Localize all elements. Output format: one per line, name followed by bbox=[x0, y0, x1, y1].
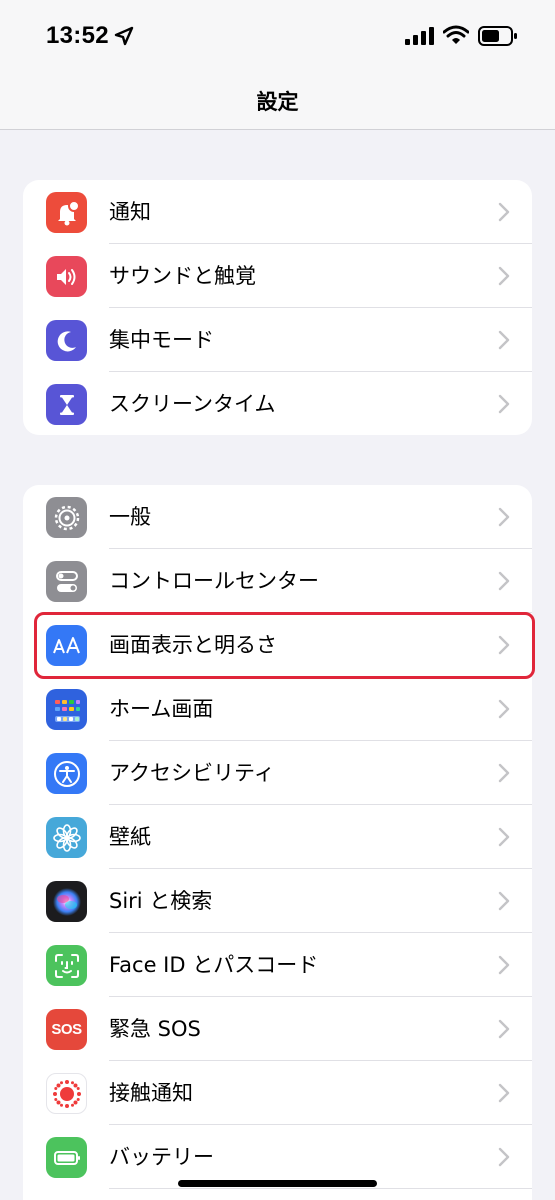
chevron-right-icon bbox=[498, 763, 510, 783]
settings-row-accessibility[interactable]: アクセシビリティ bbox=[23, 741, 532, 805]
chevron-right-icon bbox=[498, 1147, 510, 1167]
settings-row-wallpaper[interactable]: 壁紙 bbox=[23, 805, 532, 869]
battery-icon bbox=[46, 1137, 87, 1178]
sos-icon-text: SOS bbox=[51, 1021, 82, 1038]
settings-row-label: Face ID とパスコード bbox=[109, 953, 319, 977]
settings-group-2: 一般 コントロールセンター 画面表示と明るさ ホーム画面 アクセシビリティ 壁紙… bbox=[23, 485, 532, 1200]
chevron-right-icon bbox=[498, 394, 510, 414]
chevron-right-icon bbox=[498, 891, 510, 911]
settings-row-siri-search[interactable]: Siri と検索 bbox=[23, 869, 532, 933]
settings-row-label: Siri と検索 bbox=[109, 889, 213, 913]
settings-row-exposure-notifications[interactable]: 接触通知 bbox=[23, 1061, 532, 1125]
app-grid-icon bbox=[46, 689, 87, 730]
status-bar: 13:52 bbox=[0, 0, 555, 72]
cellular-signal-icon bbox=[405, 27, 434, 45]
navigation-bar: 設定 bbox=[0, 72, 555, 130]
status-time: 13:52 bbox=[46, 22, 109, 49]
settings-row-label: サウンドと触覚 bbox=[109, 264, 256, 288]
settings-row-general[interactable]: 一般 bbox=[23, 485, 532, 549]
wifi-icon bbox=[443, 25, 469, 44]
settings-row-label: バッテリー bbox=[109, 1145, 214, 1169]
settings-row-focus[interactable]: 集中モード bbox=[23, 308, 532, 372]
chevron-right-icon bbox=[498, 1083, 510, 1103]
face-id-icon bbox=[46, 945, 87, 986]
settings-row-sounds[interactable]: サウンドと触覚 bbox=[23, 244, 532, 308]
accessibility-icon bbox=[46, 753, 87, 794]
chevron-right-icon bbox=[498, 827, 510, 847]
chevron-right-icon bbox=[498, 1019, 510, 1039]
settings-row-label: 接触通知 bbox=[109, 1081, 193, 1105]
siri-icon bbox=[46, 881, 87, 922]
page-title: 設定 bbox=[256, 90, 299, 114]
settings-row-emergency-sos[interactable]: SOS 緊急 SOS bbox=[23, 997, 532, 1061]
chevron-right-icon bbox=[498, 202, 510, 222]
chevron-right-icon bbox=[498, 955, 510, 975]
settings-row-label: 画面表示と明るさ bbox=[109, 633, 277, 657]
exposure-icon bbox=[46, 1073, 87, 1114]
settings-group-1: 通知 サウンドと触覚 集中モード スクリーンタイム bbox=[23, 180, 532, 435]
settings-row-home-screen[interactable]: ホーム画面 bbox=[23, 677, 532, 741]
bell-badge-icon bbox=[46, 192, 87, 233]
settings-row-face-id[interactable]: Face ID とパスコード bbox=[23, 933, 532, 997]
chevron-right-icon bbox=[498, 507, 510, 527]
moon-icon bbox=[46, 320, 87, 361]
settings-row-label: アクセシビリティ bbox=[109, 761, 275, 785]
settings-row-label: 緊急 SOS bbox=[109, 1017, 201, 1041]
settings-row-screen-time[interactable]: スクリーンタイム bbox=[23, 372, 532, 435]
location-arrow-icon bbox=[114, 26, 134, 46]
battery-status-icon bbox=[478, 26, 517, 46]
hourglass-icon bbox=[46, 384, 87, 425]
gear-icon bbox=[46, 497, 87, 538]
settings-row-label: 壁紙 bbox=[109, 825, 151, 849]
settings-row-display-brightness[interactable]: 画面表示と明るさ bbox=[23, 613, 532, 677]
settings-row-label: 一般 bbox=[109, 505, 151, 529]
chevron-right-icon bbox=[498, 699, 510, 719]
text-size-icon bbox=[46, 625, 87, 666]
speaker-wave-icon bbox=[46, 256, 87, 297]
chevron-right-icon bbox=[498, 635, 510, 655]
chevron-right-icon bbox=[498, 266, 510, 286]
chevron-right-icon bbox=[498, 571, 510, 591]
settings-row-label: スクリーンタイム bbox=[109, 392, 276, 416]
settings-row-label: 通知 bbox=[109, 200, 151, 224]
settings-row-label: 集中モード bbox=[109, 328, 214, 352]
chevron-right-icon bbox=[498, 330, 510, 350]
settings-row-notifications[interactable]: 通知 bbox=[23, 180, 532, 244]
settings-row-label: ホーム画面 bbox=[109, 697, 214, 721]
toggles-icon bbox=[46, 561, 87, 602]
settings-row-label: コントロールセンター bbox=[109, 569, 319, 593]
flower-icon bbox=[46, 817, 87, 858]
sos-icon: SOS bbox=[46, 1009, 87, 1050]
home-indicator[interactable] bbox=[178, 1180, 377, 1187]
settings-row-control-center[interactable]: コントロールセンター bbox=[23, 549, 532, 613]
row-separator bbox=[109, 1188, 532, 1189]
